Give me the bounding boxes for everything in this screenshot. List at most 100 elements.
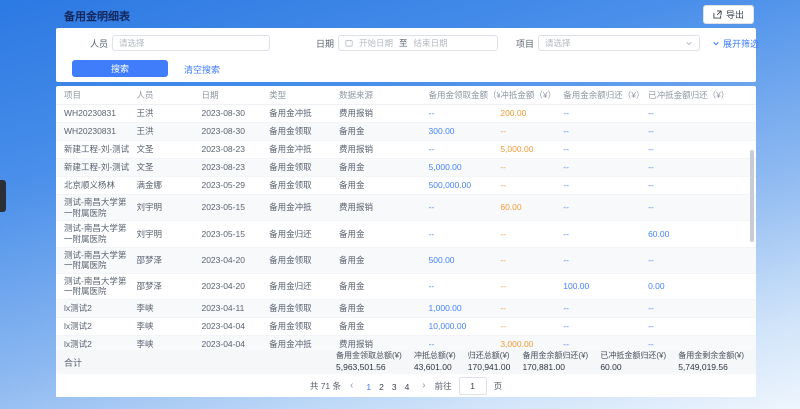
table-row[interactable]: 测试-南昌大学第一附属医院刘宇明2023-05-15备用金冲抵费用报销--60.… (56, 195, 756, 221)
project-select[interactable]: 请选择 (538, 35, 700, 51)
table-row[interactable]: 测试-南昌大学第一附属医院邵梦泽2023-04-20备用金归还备用金----10… (56, 274, 756, 300)
table-cell: 费用报销 (339, 337, 429, 351)
table-cell: 备用金 (339, 160, 429, 175)
page-number-button[interactable]: 3 (388, 382, 401, 392)
table-cell: -- (648, 200, 748, 215)
person-filter-input[interactable] (112, 35, 270, 51)
table-row[interactable]: 测试-南昌大学第一附属医院刘宇明2023-05-15备用金归还备用金------… (56, 221, 756, 247)
table-row[interactable]: WH20230831王洪2023-08-30备用金领取备用金300.00----… (56, 123, 756, 141)
table-cell: 2023-08-30 (201, 124, 269, 139)
table-cell: 刘宇明 (137, 200, 202, 215)
export-button-label: 导出 (726, 8, 744, 21)
table-cell: 备用金冲抵 (269, 337, 339, 351)
table-cell: 刘宇明 (137, 227, 202, 242)
date-end-placeholder[interactable]: 结束日期 (414, 37, 448, 49)
table-cell: 5,000.00 (500, 142, 563, 157)
column-header: 备用金余额归还（¥） (563, 89, 648, 101)
table-row[interactable]: 新建工程-刘-测试文圣2023-08-23备用金领取备用金5,000.00---… (56, 159, 756, 177)
goto-page-input[interactable] (459, 377, 487, 395)
table-cell: 2023-04-11 (201, 301, 269, 316)
date-range-picker[interactable]: 开始日期 至 结束日期 (338, 35, 498, 51)
search-button[interactable]: 搜索 (72, 60, 168, 77)
clear-search-link[interactable]: 清空搜索 (184, 63, 220, 76)
column-header: 备用金领取金额（¥） (429, 89, 501, 101)
column-header: 已冲抵金额归还（¥） (648, 89, 748, 101)
expand-filters-label: 展开筛选 (723, 37, 759, 50)
expand-filters-link[interactable]: 展开筛选 (712, 37, 759, 50)
summary-item-value: 5,963,501.56 (336, 362, 402, 373)
summary-item: 冲抵总额(¥)43,601.00 (414, 351, 456, 372)
table-cell: -- (500, 178, 563, 193)
table-cell: lx测试2 (64, 337, 137, 351)
filter-row: 人员 日期 开始日期 至 结束日期 项目 请选择 (56, 35, 756, 53)
table-cell: -- (563, 253, 648, 268)
table-cell: 60.00 (500, 200, 563, 215)
table-cell: 备用金领取 (269, 178, 339, 193)
calendar-icon (345, 39, 353, 47)
table-row[interactable]: WH20230831王洪2023-08-30备用金冲抵费用报销--200.00-… (56, 105, 756, 123)
table-cell: 500.00 (429, 253, 501, 268)
table-cell: 2023-08-23 (201, 160, 269, 175)
table-cell: -- (500, 160, 563, 175)
page-number-button[interactable]: 4 (401, 382, 414, 392)
app-window: 备用金明细表 导出 人员 日期 开始日期 至 结束日期 项目 请选择 (0, 0, 800, 409)
table-row[interactable]: 新建工程-刘-测试文圣2023-08-23备用金冲抵费用报销--5,000.00… (56, 141, 756, 159)
table-cell: 2023-04-20 (201, 253, 269, 268)
vertical-scrollbar[interactable] (750, 150, 754, 242)
table-row[interactable]: lx测试2李峡2023-04-11备用金领取备用金1,000.00------ (56, 300, 756, 318)
table-cell: lx测试2 (64, 301, 137, 316)
table-cell: 200.00 (500, 106, 563, 121)
summary-item: 备用金余额归还(¥)170,881.00 (522, 351, 588, 372)
filter-actions: 搜索 清空搜索 (56, 60, 756, 80)
summary-total-label: 合计 (64, 356, 336, 369)
table-cell: 王洪 (137, 124, 202, 139)
table-cell: -- (500, 319, 563, 334)
table-cell: -- (648, 253, 748, 268)
table-cell: 李峡 (137, 319, 202, 334)
table-cell: -- (563, 124, 648, 139)
table-cell: -- (563, 337, 648, 351)
export-button[interactable]: 导出 (703, 5, 754, 24)
table-cell: 2023-08-23 (201, 142, 269, 157)
table-panel: 项目人员日期类型数据来源备用金领取金额（¥）冲抵金额（¥）备用金余额归还（¥）已… (56, 86, 756, 397)
table-body: WH20230831王洪2023-08-30备用金冲抵费用报销--200.00-… (56, 105, 756, 351)
table-row[interactable]: 测试-南昌大学第一附属医院邵梦泽2023-04-20备用金领取备用金500.00… (56, 248, 756, 274)
next-page-button[interactable]: › (420, 381, 427, 391)
table-cell: WH20230831 (64, 124, 137, 139)
table-cell: 满金娜 (137, 178, 202, 193)
table-cell: -- (500, 124, 563, 139)
chevron-down-icon (685, 39, 693, 47)
table-cell: 备用金领取 (269, 253, 339, 268)
column-header: 冲抵金额（¥） (500, 89, 563, 101)
page-number-button[interactable]: 2 (375, 382, 388, 392)
page-title: 备用金明细表 (64, 8, 130, 24)
column-header: 人员 (137, 89, 202, 101)
table-cell: 备用金 (339, 279, 429, 294)
table-cell: 备用金冲抵 (269, 142, 339, 157)
table-cell: -- (563, 160, 648, 175)
table-cell: -- (429, 227, 501, 242)
table-cell: 北京顺义杨林 (64, 178, 137, 193)
goto-page-label: 前往 (435, 380, 452, 392)
table-cell: -- (648, 124, 748, 139)
table-cell: 2023-05-15 (201, 227, 269, 242)
table-cell: -- (429, 106, 501, 121)
column-header: 数据来源 (339, 89, 429, 101)
filter-panel: 人员 日期 开始日期 至 结束日期 项目 请选择 (56, 28, 756, 82)
table-cell: 备用金 (339, 301, 429, 316)
prev-page-button[interactable]: ‹ (348, 381, 355, 391)
drawer-handle[interactable] (0, 180, 6, 212)
table-row[interactable]: lx测试2李峡2023-04-04备用金冲抵费用报销--3,000.00---- (56, 336, 756, 351)
project-select-value: 请选择 (545, 37, 571, 49)
table-cell: 备用金冲抵 (269, 200, 339, 215)
page-number-button[interactable]: 1 (362, 382, 375, 392)
table-cell: -- (648, 337, 748, 351)
table-cell: 备用金领取 (269, 301, 339, 316)
table-row[interactable]: lx测试2李峡2023-04-04备用金领取备用金10,000.00------ (56, 318, 756, 336)
summary-item-label: 备用金余额归还(¥) (522, 351, 588, 361)
table-cell: 备用金领取 (269, 160, 339, 175)
table-row[interactable]: 北京顺义杨林满金娜2023-05-29备用金领取备用金500,000.00---… (56, 177, 756, 195)
table-cell: -- (429, 337, 501, 351)
chevron-down-icon (712, 39, 720, 49)
date-start-placeholder[interactable]: 开始日期 (359, 37, 393, 49)
